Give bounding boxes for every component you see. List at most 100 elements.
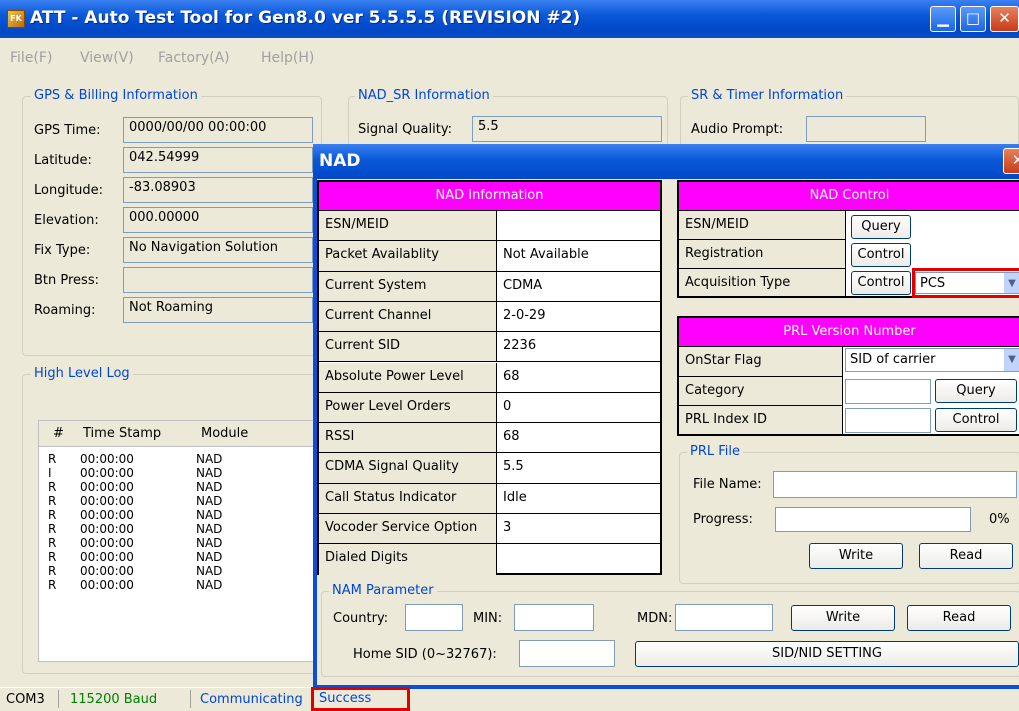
gps-value: No Navigation Solution xyxy=(123,237,313,263)
nad-info-label: Current System xyxy=(319,271,497,302)
nad-info-value: 5.5 xyxy=(497,453,660,484)
signal-quality-field: 5.5 xyxy=(472,116,662,142)
country-label: Country: xyxy=(333,611,389,626)
gps-label: Roaming: xyxy=(34,303,96,318)
progress-value: 0% xyxy=(989,512,1010,527)
nad-info-table: NAD Information ESN/MEID Packet Availabli… xyxy=(317,180,662,575)
nam-read-button[interactable]: Read xyxy=(907,605,1011,631)
gps-value: Not Roaming xyxy=(123,297,313,323)
home-sid-input[interactable] xyxy=(519,640,615,667)
gps-label: GPS Time: xyxy=(34,123,101,138)
prl-version-table: PRL Version Number OnStar Flag SID of ca… xyxy=(677,316,1019,436)
gps-label: Elevation: xyxy=(34,213,99,228)
prl-label-index: PRL Index ID xyxy=(679,406,843,434)
prl-label-onstar: OnStar Flag xyxy=(679,347,843,377)
prl-write-button[interactable]: Write xyxy=(809,543,903,569)
country-input[interactable] xyxy=(405,604,463,631)
mdn-input[interactable] xyxy=(675,604,773,631)
chevron-down-icon: ▼ xyxy=(1004,349,1019,371)
nad-info-label: Absolute Power Level xyxy=(319,362,497,393)
nad-info-label: Dialed Digits xyxy=(319,544,497,575)
nad-info-value: 0 xyxy=(497,393,660,424)
registration-control-button[interactable]: Control xyxy=(851,243,911,267)
progress-label: Progress: xyxy=(693,512,753,527)
status-baud: 115200 Baud xyxy=(70,692,158,707)
minimize-button[interactable]: ▁ xyxy=(930,6,956,32)
prl-index-control-button[interactable]: Control xyxy=(935,408,1017,432)
nad-info-rows: ESN/MEID Packet Availablity Not Available C… xyxy=(319,211,660,575)
nad-dialog: NAD ✕ NAD Information ESN/MEID Packet Ava… xyxy=(313,144,1019,689)
maximize-button[interactable]: □ xyxy=(960,6,986,32)
nad-dialog-title: NAD xyxy=(319,151,361,171)
status-highlight xyxy=(311,687,410,711)
prl-file-title: PRL File xyxy=(687,444,744,459)
status-divider xyxy=(190,690,191,708)
log-group-title: High Level Log xyxy=(31,366,133,381)
gps-value: 042.54999 xyxy=(123,147,313,173)
close-button[interactable]: ✕ xyxy=(990,6,1019,32)
status-port: COM3 xyxy=(6,692,45,707)
file-name-label: File Name: xyxy=(693,477,762,492)
nam-title: NAM Parameter xyxy=(329,583,437,598)
log-cell-module: NAD xyxy=(196,578,223,592)
prl-label-category: Category xyxy=(679,377,843,406)
progress-bar xyxy=(775,507,971,532)
nad-info-value: 2236 xyxy=(497,332,660,363)
acquisition-control-button[interactable]: Control xyxy=(851,271,911,295)
category-input[interactable] xyxy=(845,379,931,404)
minimize-icon: ▁ xyxy=(937,9,949,27)
min-label: MIN: xyxy=(473,611,503,626)
sid-nid-setting-button[interactable]: SID/NID SETTING xyxy=(635,641,1019,667)
menu-factory[interactable]: Factory(A) xyxy=(158,50,230,66)
gps-value: -83.08903 xyxy=(123,177,313,203)
nad-control-header: NAD Control xyxy=(679,182,1019,211)
log-col-module[interactable]: Module xyxy=(201,426,248,441)
min-input[interactable] xyxy=(514,604,594,631)
nad-info-value: 2-0-29 xyxy=(497,302,660,333)
menu-view[interactable]: View(V) xyxy=(80,50,134,66)
nad-info-value: CDMA xyxy=(497,272,660,302)
log-col-timestamp[interactable]: Time Stamp xyxy=(83,426,161,441)
close-icon: ✕ xyxy=(998,9,1011,27)
gps-value: 000.00000 xyxy=(123,207,313,233)
gps-value xyxy=(123,267,313,293)
gps-label: Btn Press: xyxy=(34,273,99,288)
gps-label: Fix Type: xyxy=(34,243,91,258)
menu-help[interactable]: Help(H) xyxy=(261,50,314,66)
nad-control-table: NAD Control ESN/MEID Query Registration … xyxy=(677,180,1019,298)
log-cell-time: 00:00:00 xyxy=(80,578,134,592)
file-name-input[interactable] xyxy=(773,471,1017,498)
nad-info-label: Call Status Indicator xyxy=(319,483,497,514)
control-label-esn: ESN/MEID xyxy=(679,211,846,240)
nad-info-value: 68 xyxy=(497,423,660,454)
nad-close-button[interactable]: ✕ xyxy=(1003,148,1019,174)
nad-info-value: Idle xyxy=(497,484,660,514)
category-query-button[interactable]: Query xyxy=(935,379,1017,403)
nad-info-label: ESN/MEID xyxy=(319,211,497,242)
nam-write-button[interactable]: Write xyxy=(791,605,895,631)
acquisition-highlight xyxy=(912,268,1019,298)
menu-bar: File(F) View(V) Factory(A) Help(H) xyxy=(0,38,1019,78)
prl-index-input[interactable] xyxy=(845,408,931,433)
window-title: ATT - Auto Test Tool for Gen8.0 ver 5.5.… xyxy=(30,8,581,28)
log-header: # Time Stamp Module xyxy=(39,421,315,447)
audio-prompt-label: Audio Prompt: xyxy=(691,122,784,137)
onstar-flag-value: SID of carrier xyxy=(850,352,936,367)
signal-quality-label: Signal Quality: xyxy=(358,122,452,137)
sr-timer-group-title: SR & Timer Information xyxy=(688,88,847,103)
nad-sr-group-title: NAD_SR Information xyxy=(355,88,493,103)
esn-query-button[interactable]: Query xyxy=(851,215,911,239)
title-bar[interactable]: FK ATT - Auto Test Tool for Gen8.0 ver 5… xyxy=(0,0,1019,38)
gps-value: 0000/00/00 00:00:00 xyxy=(123,117,313,143)
prl-read-button[interactable]: Read xyxy=(919,543,1013,569)
menu-file[interactable]: File(F) xyxy=(10,50,52,66)
nad-dialog-titlebar[interactable]: NAD ✕ xyxy=(313,144,1019,179)
onstar-flag-select[interactable]: SID of carrier ▼ xyxy=(845,348,1019,372)
nad-dialog-body: NAD Information ESN/MEID Packet Availabli… xyxy=(317,179,1019,685)
log-cell-type: R xyxy=(48,578,57,592)
status-state: Communicating xyxy=(200,692,303,707)
log-col-num[interactable]: # xyxy=(53,426,64,441)
nad-info-label: RSSI xyxy=(319,423,497,454)
nad-info-value: 68 xyxy=(497,363,660,393)
control-label-acquisition: Acquisition Type xyxy=(679,269,846,296)
